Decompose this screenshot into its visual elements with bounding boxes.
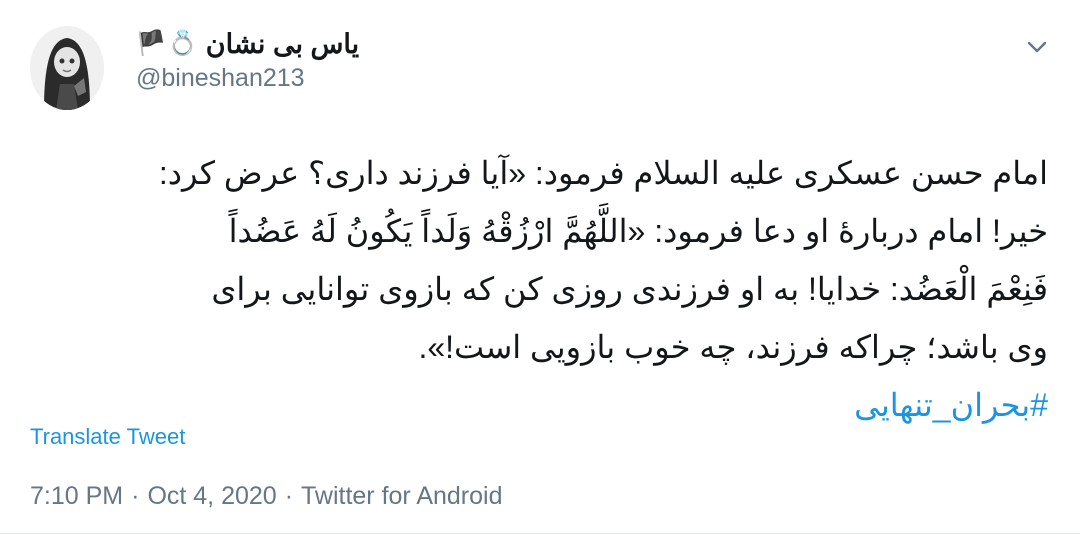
meta-separator: · — [284, 482, 294, 510]
chevron-down-icon — [1027, 41, 1047, 53]
display-name[interactable]: 🏴 💍 یاس بی نشان — [136, 24, 359, 64]
tweet-text-line: وی باشد؛ چراکه فرزند، چه خوب بازویی است!… — [418, 329, 1048, 365]
tweet-text: امام حسن عسکری علیه السلام فرمود: «آیا ف… — [30, 144, 1048, 434]
meta-separator: · — [131, 482, 140, 510]
tweet-text-line: فَنِعْمَ الْعَضُد: خدایا! به او فرزندی ر… — [211, 271, 1048, 307]
user-handle[interactable]: @bineshan213 — [136, 64, 305, 93]
ring-emoji-icon: 💍 — [167, 30, 198, 57]
tweet-time[interactable]: 7:10 PM — [30, 482, 123, 511]
tweet-source[interactable]: Twitter for Android — [301, 482, 502, 511]
avatar[interactable] — [30, 26, 104, 110]
tweet-meta: 7:10 PM · Oct 4, 2020 · Twitter for Andr… — [30, 482, 503, 511]
flag-emoji-icon: 🏴 — [136, 30, 166, 57]
tweet-date[interactable]: Oct 4, 2020 — [147, 482, 276, 511]
tweet-menu-button[interactable] — [1024, 34, 1050, 60]
tweet-text-line: خیر! امام دربارهٔ او دعا فرمود: «اللَّهُ… — [228, 213, 1048, 249]
avatar-illustration — [30, 26, 104, 110]
tweet-card: 🏴 💍 یاس بی نشان @bineshan213 امام حسن عس… — [0, 0, 1080, 534]
tweet-text-line: امام حسن عسکری علیه السلام فرمود: «آیا ف… — [158, 155, 1048, 191]
translate-tweet-link[interactable]: Translate Tweet — [30, 424, 185, 450]
display-name-text: یاس بی نشان — [205, 28, 360, 59]
